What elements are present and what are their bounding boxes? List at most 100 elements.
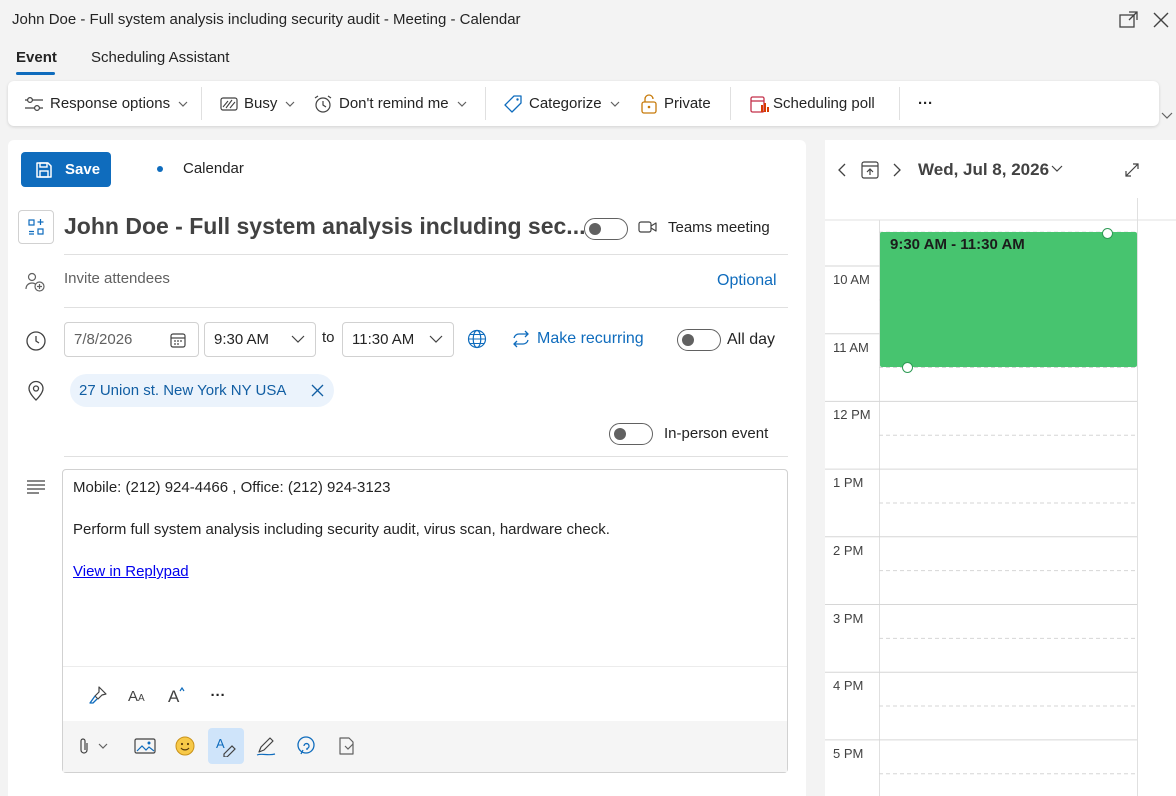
tab-event[interactable]: Event	[16, 49, 57, 66]
chevron-down-icon	[457, 101, 467, 107]
dont-remind-label: Don't remind me	[339, 95, 449, 112]
resize-handle-bottom[interactable]	[902, 362, 913, 373]
tag-icon	[503, 94, 523, 114]
private-button[interactable]: Private	[640, 81, 711, 126]
sliders-icon	[24, 95, 44, 113]
svg-text:A: A	[138, 693, 145, 703]
calendar-color-dot	[157, 166, 163, 172]
editor-icon[interactable]: A	[208, 728, 244, 764]
calendar-selector[interactable]: Calendar	[183, 160, 244, 177]
all-day-toggle[interactable]	[677, 329, 721, 351]
chevron-down-icon	[610, 101, 620, 107]
in-person-label: In-person event	[664, 425, 769, 442]
svg-text:A: A	[216, 736, 225, 751]
toolbar-divider	[899, 87, 900, 120]
chevron-down-icon	[178, 101, 188, 107]
close-icon[interactable]	[1150, 9, 1172, 31]
event-title-input[interactable]: John Doe - Full system analysis includin…	[64, 213, 585, 240]
teams-meeting-label: Teams meeting	[668, 219, 770, 236]
attach-file-button[interactable]	[75, 728, 115, 764]
go-to-today-icon[interactable]	[860, 160, 880, 180]
notes-icon	[26, 480, 46, 494]
lock-icon	[640, 93, 658, 114]
body-contact-line[interactable]: Mobile: (212) 924-4466 , Office: (212) 9…	[73, 479, 390, 496]
format-painter-icon[interactable]	[80, 677, 116, 713]
busy-label: Busy	[244, 95, 278, 112]
font-size-icon[interactable]: AA	[119, 677, 155, 713]
resize-handle-top[interactable]	[1102, 228, 1113, 239]
categorize-label: Categorize	[529, 95, 602, 112]
hour-label: 5 PM	[833, 745, 864, 761]
view-in-replypad-link[interactable]: View in Replypad	[73, 563, 189, 580]
to-label: to	[322, 329, 335, 346]
private-label: Private	[664, 95, 711, 112]
globe-icon[interactable]	[467, 329, 487, 349]
alarm-clock-icon	[313, 94, 333, 114]
video-camera-icon	[638, 219, 658, 235]
calendar-icon	[170, 332, 186, 348]
clock-icon	[25, 330, 47, 352]
hour-label: 11 AM	[833, 339, 869, 355]
location-pin-icon	[26, 380, 46, 402]
save-icon	[35, 161, 53, 179]
end-time-dropdown[interactable]: 11:30 AM	[342, 322, 454, 357]
hour-label: 2 PM	[833, 542, 864, 558]
chevron-down-icon[interactable]	[1051, 165, 1063, 173]
optional-attendees-link[interactable]: Optional	[717, 272, 777, 290]
text-effects-icon[interactable]: A	[159, 677, 195, 713]
image-icon[interactable]	[127, 728, 163, 764]
location-chip[interactable]: 27 Union st. New York NY USA	[70, 374, 334, 407]
chevron-right-icon[interactable]	[890, 162, 904, 178]
invite-attendees-input[interactable]: Invite attendees	[64, 270, 170, 287]
tab-scheduling-assistant[interactable]: Scheduling Assistant	[91, 49, 229, 66]
scheduling-poll-button[interactable]: Scheduling poll	[749, 81, 875, 126]
emoji-icon[interactable]	[167, 728, 203, 764]
busy-status-button[interactable]: Busy	[220, 81, 295, 126]
apps-icon[interactable]	[329, 728, 365, 764]
close-icon[interactable]	[311, 384, 324, 397]
window-title: John Doe - Full system analysis includin…	[12, 11, 521, 28]
divider	[64, 307, 788, 308]
save-button[interactable]: Save	[21, 152, 111, 187]
teams-meeting-toggle[interactable]	[584, 218, 628, 240]
scheduling-poll-label: Scheduling poll	[773, 95, 875, 112]
more-formatting-button[interactable]: ···	[200, 677, 236, 713]
repeat-icon[interactable]	[511, 330, 531, 348]
start-time-dropdown[interactable]: 9:30 AM	[204, 322, 316, 357]
loop-component-icon[interactable]	[288, 728, 324, 764]
svg-text:A: A	[128, 688, 138, 703]
body-description-line[interactable]: Perform full system analysis including s…	[73, 521, 610, 538]
add-people-icon	[24, 271, 46, 293]
chevron-down-icon	[285, 101, 295, 107]
popout-icon[interactable]	[1118, 9, 1140, 31]
chevron-down-icon	[429, 335, 443, 343]
event-type-icon[interactable]	[18, 210, 54, 244]
hour-label: 12 PM	[833, 407, 871, 423]
toolbar-divider	[485, 87, 486, 120]
date-picker[interactable]: 7/8/2026	[64, 322, 199, 357]
reminder-button[interactable]: Don't remind me	[313, 81, 467, 126]
hour-label: 4 PM	[833, 678, 864, 694]
expand-icon[interactable]	[1124, 162, 1140, 178]
categorize-button[interactable]: Categorize	[503, 81, 620, 126]
response-options-label: Response options	[50, 95, 171, 112]
divider	[64, 456, 788, 457]
end-time-value: 11:30 AM	[352, 331, 415, 348]
scheduling-poll-icon	[749, 94, 769, 114]
chevron-down-icon[interactable]	[1160, 108, 1174, 122]
more-options-button[interactable]: ···	[918, 81, 933, 126]
toolbar-divider	[201, 87, 202, 120]
hour-label: 1 PM	[833, 475, 864, 491]
chevron-left-icon[interactable]	[835, 162, 849, 178]
response-options-button[interactable]: Response options	[24, 81, 188, 126]
start-time-value: 9:30 AM	[214, 331, 270, 348]
format-toolbar: AA A ···	[63, 666, 787, 721]
day-view-date[interactable]: Wed, Jul 8, 2026	[918, 160, 1049, 180]
date-value: 7/8/2026	[74, 331, 133, 348]
svg-text:A: A	[168, 687, 180, 704]
ribbon-toolbar: Response options Busy Don't remind me Ca…	[8, 81, 1159, 126]
in-person-toggle[interactable]	[609, 423, 653, 445]
status-busy-icon	[220, 96, 238, 112]
pen-draw-icon[interactable]	[248, 728, 284, 764]
make-recurring-link[interactable]: Make recurring	[537, 330, 644, 348]
